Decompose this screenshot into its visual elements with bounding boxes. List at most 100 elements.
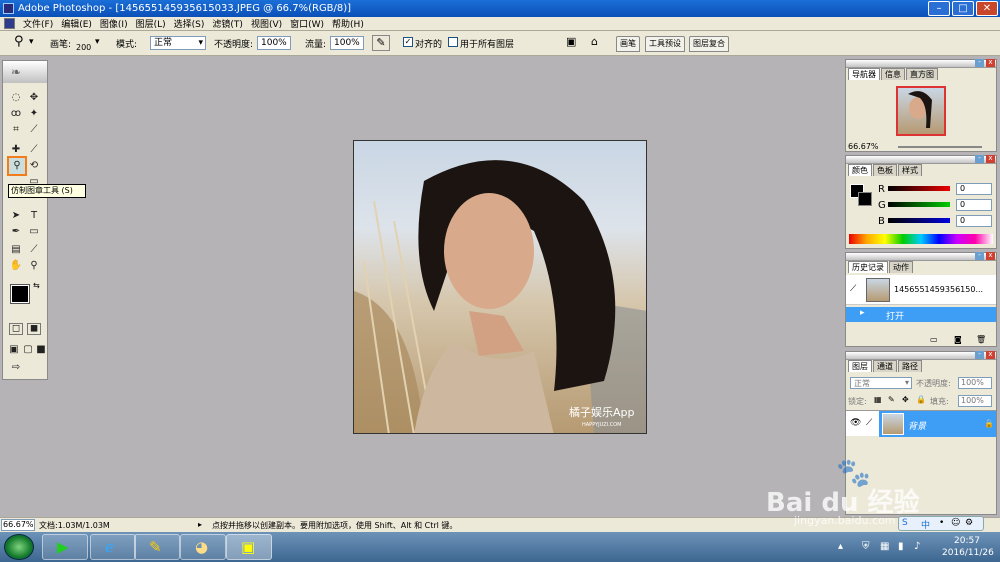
crop-icon[interactable]: ⌗ [9,123,23,137]
navigator-thumbnail[interactable] [896,86,946,136]
menu-view[interactable]: 视图(V) [251,17,282,30]
panel-close-icon[interactable]: x [986,252,995,260]
channel-r-slider[interactable] [888,186,950,191]
palette-well-icon[interactable]: ⌂ [591,35,598,48]
color-background-swatch[interactable] [858,192,872,206]
standard-mode-icon[interactable]: ◻ [9,323,23,335]
slice-icon[interactable]: ⟋ [27,123,41,137]
brush-icon[interactable]: ⟋ [27,143,41,157]
navigator-zoom-slider[interactable] [898,146,982,148]
tab-navigator[interactable]: 导航器 [848,68,880,80]
new-document-from-state-icon[interactable]: ▭ [930,335,938,344]
brush-size[interactable]: 200 [76,43,91,52]
panel-minimize-icon[interactable]: - [975,351,984,359]
marquee-icon[interactable]: ◌ [9,91,23,105]
minimize-button[interactable]: – [928,1,950,16]
menu-filter[interactable]: 滤镜(T) [212,17,243,30]
brush-picker-icon[interactable]: ▾ [95,37,100,47]
swap-colors-icon[interactable]: ⇆ [33,281,40,290]
file-browser-icon[interactable]: ▣ [566,35,576,48]
screen-mode-standard-icon[interactable]: ▣ [7,343,21,357]
notes-icon[interactable]: ▤ [9,243,23,257]
tab-info[interactable]: 信息 [881,68,905,80]
shape-icon[interactable]: ▭ [27,225,41,239]
taskbar-paint[interactable]: ◕ [180,534,226,560]
history-snapshot[interactable]: ⟋ 1456551459356150... [846,275,996,305]
layer-row-background[interactable]: 👁 ⟋ 背景 🔒 [846,410,996,437]
pen-icon[interactable]: ✒ [9,225,23,239]
tool-preset-dropdown-icon[interactable]: ▾ [29,37,34,47]
document-canvas[interactable]: 橘子娱乐App HAPPYJUZI.COM [353,140,647,434]
channel-r-value[interactable]: 0 [956,183,992,195]
jump-to-imageready-icon[interactable]: ⇨ [9,361,23,375]
layer-opacity-field[interactable]: 100% [958,377,992,389]
tab-channels[interactable]: 通道 [873,360,897,372]
tray-arrow-icon[interactable]: ▴ [838,541,843,552]
clone-stamp-tool-button[interactable]: ⚲ [7,156,27,176]
screen-mode-full-menu-icon[interactable]: ▢ [21,343,35,357]
maximize-button[interactable]: □ [952,1,974,16]
move-icon[interactable]: ✥ [27,91,41,105]
shield-icon[interactable]: ⛨ [862,541,870,552]
lock-transparency-icon[interactable]: ▦ [874,395,882,404]
channel-b-slider[interactable] [888,218,950,223]
eyedropper-icon[interactable]: ⟋ [27,243,41,257]
well-tab-brushes[interactable]: 画笔 [616,36,640,52]
tab-actions[interactable]: 动作 [889,261,913,273]
lock-all-icon[interactable]: 🔒 [916,395,926,404]
type-icon[interactable]: T [27,209,41,223]
color-spectrum-bar[interactable] [849,234,993,244]
document-menu-icon[interactable] [4,18,15,29]
tab-styles[interactable]: 样式 [898,164,922,176]
foreground-color-swatch[interactable] [10,284,30,304]
menu-help[interactable]: 帮助(H) [332,17,364,30]
menu-file[interactable]: 文件(F) [23,17,53,30]
tab-color[interactable]: 颜色 [848,164,872,176]
channel-g-value[interactable]: 0 [956,199,992,211]
panel-minimize-icon[interactable]: - [975,59,984,67]
clock[interactable]: 20:57 2016/11/26 [942,535,994,559]
tab-paths[interactable]: 路径 [898,360,922,372]
history-brush-icon[interactable]: ⟲ [27,159,41,173]
signal-icon[interactable]: ▮ [898,541,904,552]
healing-brush-icon[interactable]: ✚ [9,143,23,157]
menu-edit[interactable]: 编辑(E) [61,17,92,30]
hand-icon[interactable]: ✋ [9,259,23,273]
taskbar-photoshop[interactable]: ▣ [226,534,272,560]
history-brush-icon[interactable]: ⟋ [850,284,856,294]
tab-swatches[interactable]: 色板 [873,164,897,176]
mode-select[interactable]: 正常 ▾ [150,36,206,50]
lasso-icon[interactable]: ꝏ [9,107,23,121]
taskbar-ie[interactable]: ℯ [90,534,136,560]
new-snapshot-icon[interactable]: ◙ [954,335,962,344]
channel-g-slider[interactable] [888,202,950,207]
navigator-zoom-value[interactable]: 66.67% [848,142,879,151]
delete-icon[interactable]: 🗑 [976,335,986,344]
menu-select[interactable]: 选择(S) [174,17,205,30]
tab-history[interactable]: 历史记录 [848,261,888,273]
history-step-open[interactable]: ▸ 打开 [846,307,996,322]
volume-icon[interactable]: ♪ [914,541,920,552]
status-arrow-icon[interactable]: ▸ [198,520,202,529]
menu-image[interactable]: 图像(I) [100,17,128,30]
status-zoom-field[interactable]: 66.67% [1,519,35,531]
lock-position-icon[interactable]: ✥ [902,395,909,404]
tab-histogram[interactable]: 直方图 [906,68,938,80]
path-selection-icon[interactable]: ➤ [9,209,23,223]
all-layers-checkbox[interactable] [448,37,458,47]
flow-field[interactable]: 100% [330,36,364,50]
screen-mode-full-icon[interactable]: ■ [34,343,48,357]
channel-b-value[interactable]: 0 [956,215,992,227]
fill-field[interactable]: 100% [958,395,992,407]
blend-mode-select[interactable]: 正常 ▾ [850,377,912,389]
zoom-icon[interactable]: ⚲ [27,259,41,273]
magic-wand-icon[interactable]: ✦ [27,107,41,121]
toolbox-header[interactable]: ❧ [3,61,47,83]
aligned-checkbox[interactable]: ✓ [403,37,413,47]
tab-layers[interactable]: 图层 [848,360,872,372]
opacity-field[interactable]: 100% [257,36,291,50]
panel-close-icon[interactable]: x [986,351,995,359]
panel-minimize-icon[interactable]: - [975,155,984,163]
menu-layer[interactable]: 图层(L) [136,17,166,30]
network-icon[interactable]: ▦ [880,541,889,552]
